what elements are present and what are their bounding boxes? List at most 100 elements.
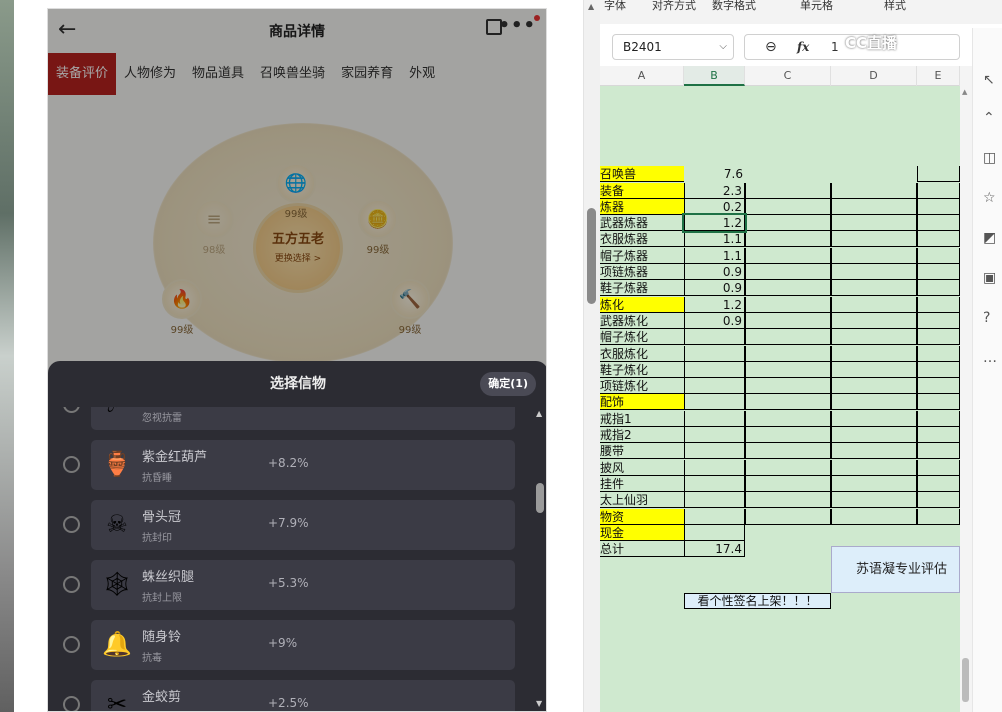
chart-icon[interactable]: ▣ xyxy=(983,270,996,286)
cell-e[interactable] xyxy=(917,166,960,183)
cell-d[interactable] xyxy=(831,361,917,378)
sheet-vertical-scrollbar[interactable]: ▲ xyxy=(960,66,972,712)
cell-a[interactable]: 衣服炼器 xyxy=(600,231,684,248)
radio-button[interactable] xyxy=(63,456,80,473)
cell-c[interactable] xyxy=(745,329,831,346)
cell-c[interactable] xyxy=(745,247,831,264)
token-row[interactable]: 🔔 随身铃 抗毒 +9% xyxy=(48,617,532,673)
filter-icon[interactable]: ◫ xyxy=(983,150,996,166)
cell-c[interactable] xyxy=(745,492,831,509)
token-card[interactable]: ✂ 金蛟剪 +2.5% xyxy=(91,680,515,711)
column-header-B[interactable]: B xyxy=(684,66,745,86)
sheet-scrollbar[interactable]: ▲ ▼ xyxy=(532,407,546,711)
token-card[interactable]: 🏺 紫金红葫芦 抗昏睡 +8.2% xyxy=(91,440,515,490)
cell-b[interactable]: 1.1 xyxy=(684,247,745,264)
cell-e[interactable] xyxy=(917,231,960,248)
cell-d[interactable] xyxy=(831,410,917,427)
cell-e[interactable] xyxy=(917,198,960,215)
cell-b[interactable] xyxy=(684,394,745,411)
cell-c[interactable] xyxy=(745,394,831,411)
cell-a[interactable]: 太上仙羽 xyxy=(600,492,684,509)
cell-e[interactable] xyxy=(917,492,960,509)
cell-b[interactable] xyxy=(684,524,745,541)
cell-e[interactable] xyxy=(917,280,960,297)
cell-b[interactable] xyxy=(684,329,745,346)
cell-d[interactable] xyxy=(831,312,917,329)
token-card[interactable]: 🔔 随身铃 抗毒 +9% xyxy=(91,620,515,670)
cell-b[interactable] xyxy=(684,475,745,492)
cell-d[interactable] xyxy=(831,166,917,182)
scroll-down-icon[interactable]: ▼ xyxy=(536,699,542,708)
cell-c[interactable] xyxy=(745,345,831,362)
cell-b[interactable]: 0.9 xyxy=(684,264,745,280)
style-icon[interactable]: ◩ xyxy=(983,230,996,246)
cell-e[interactable] xyxy=(917,361,960,378)
cell-c[interactable] xyxy=(745,378,831,395)
cell-a[interactable]: 鞋子炼化 xyxy=(600,362,684,378)
star-icon[interactable]: ☆ xyxy=(983,190,996,206)
cell-e[interactable] xyxy=(917,345,960,362)
cell-a[interactable]: 项链炼器 xyxy=(600,264,684,280)
cell-a[interactable]: 炼化 xyxy=(600,296,684,313)
cell-e[interactable] xyxy=(917,410,960,427)
cell-b[interactable] xyxy=(684,345,745,362)
ribbon-group[interactable]: 单元格 xyxy=(800,0,833,13)
cell-e[interactable] xyxy=(917,329,960,346)
cell-b[interactable] xyxy=(684,427,745,443)
chevron-down-icon[interactable]: ⌵ xyxy=(719,35,727,59)
cell-c[interactable] xyxy=(745,410,831,427)
cell-b[interactable]: 1.2 xyxy=(682,213,747,234)
cell-a[interactable]: 配饰 xyxy=(600,394,684,411)
scroll-thumb[interactable] xyxy=(587,208,596,304)
cell-c[interactable] xyxy=(745,264,831,280)
cell-d[interactable] xyxy=(831,427,917,443)
cell-d[interactable] xyxy=(831,492,917,509)
cell-d[interactable] xyxy=(831,182,917,199)
token-card[interactable]: 🕸 蛛丝织腿 抗封上限 +5.3% xyxy=(91,560,515,610)
cell-d[interactable] xyxy=(831,280,917,297)
radio-button[interactable] xyxy=(63,516,80,533)
column-header-E[interactable]: E xyxy=(917,66,960,86)
cell-e[interactable] xyxy=(917,508,960,525)
cell-e[interactable] xyxy=(917,296,960,313)
token-row[interactable]: 🕸 蛛丝织腿 抗封上限 +5.3% xyxy=(48,557,532,613)
evaluation-note-cell[interactable]: 苏语凝专业评估 xyxy=(831,546,960,593)
token-card[interactable]: ☠ 骨头冠 抗封印 +7.9% xyxy=(91,500,515,550)
more-icon[interactable]: … xyxy=(983,350,997,366)
cell-b[interactable] xyxy=(684,410,745,427)
cell-d[interactable] xyxy=(831,264,917,280)
token-card[interactable]: ☄ 忽视抗雷 +2.8% xyxy=(91,407,515,430)
cell-e[interactable] xyxy=(917,427,960,443)
cell-b[interactable] xyxy=(684,508,745,525)
cell-b[interactable] xyxy=(684,459,745,476)
cell-d[interactable] xyxy=(831,394,917,411)
cell-b[interactable]: 7.6 xyxy=(684,166,745,182)
cell-c[interactable] xyxy=(745,443,831,460)
collapse-icon[interactable]: ⌃ xyxy=(983,110,995,126)
cell-b[interactable]: 0.2 xyxy=(684,198,745,215)
cell-d[interactable] xyxy=(831,378,917,395)
cell-e[interactable] xyxy=(917,247,960,264)
cell-b[interactable]: 0.9 xyxy=(684,312,745,329)
cell-c[interactable] xyxy=(745,182,831,199)
cell-e[interactable] xyxy=(917,312,960,329)
cell-a[interactable]: 戒指2 xyxy=(600,427,684,443)
cell-a[interactable]: 衣服炼化 xyxy=(600,346,684,362)
token-row[interactable]: 🏺 紫金红葫芦 抗昏睡 +8.2% xyxy=(48,437,532,493)
cell-e[interactable] xyxy=(917,182,960,199)
token-row[interactable]: ☠ 骨头冠 抗封印 +7.9% xyxy=(48,497,532,553)
cell-a[interactable]: 召唤兽 xyxy=(600,166,684,183)
cell-a[interactable]: 项链炼化 xyxy=(600,378,684,395)
name-box[interactable]: B2401 ⌵ xyxy=(612,34,734,60)
help-icon[interactable]: ? xyxy=(983,310,990,326)
cell-b[interactable]: 0.9 xyxy=(684,280,745,297)
cell-b[interactable] xyxy=(684,361,745,378)
signature-cell[interactable]: 看个性签名上架！！！ xyxy=(684,593,831,609)
radio-button[interactable] xyxy=(63,636,80,653)
scroll-thumb[interactable] xyxy=(962,658,969,702)
cell-e[interactable] xyxy=(917,475,960,492)
confirm-button[interactable]: 确定(1) xyxy=(480,372,536,396)
cell-c[interactable] xyxy=(745,215,831,232)
cell-c[interactable] xyxy=(745,166,831,182)
token-row[interactable]: ✂ 金蛟剪 +2.5% xyxy=(48,677,532,711)
